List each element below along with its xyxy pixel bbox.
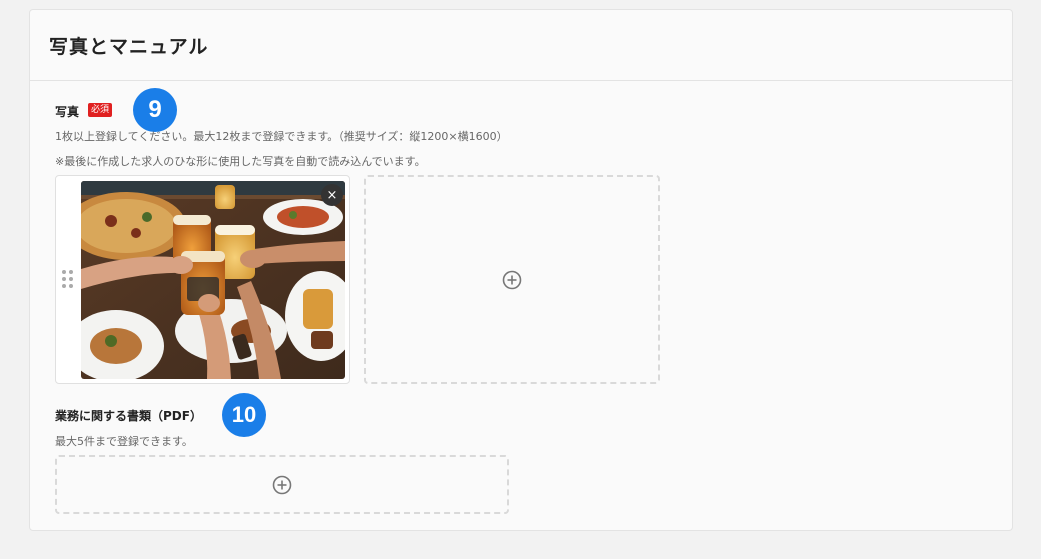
card-header: 写真とマニュアル — [30, 10, 1012, 81]
restaurant-toast-photo — [81, 181, 345, 379]
uploaded-photo — [81, 181, 345, 379]
step-badge-10: 10 — [222, 393, 266, 437]
remove-label: × — [326, 187, 338, 203]
add-photo-dropzone[interactable] — [364, 175, 660, 384]
documents-label: 業務に関する書類（PDF） — [55, 409, 202, 423]
close-icon[interactable]: × — [321, 184, 343, 206]
add-document-dropzone[interactable] — [55, 455, 509, 514]
step-number: 10 — [231, 402, 257, 427]
photos-count-note: 1枚以上登録してください。最大12枚まで登録できます。（推奨サイズ：縦1200×… — [55, 130, 508, 143]
drag-handle-icon[interactable] — [62, 270, 73, 288]
plus-circle-icon — [502, 270, 522, 289]
photos-label: 写真 — [55, 105, 80, 119]
required-badge: 必須 — [88, 103, 113, 117]
step-badge-9: 9 — [133, 88, 177, 132]
photos-auto-note: ※最後に作成した求人のひな形に使用した写真を自動で読み込んでいます。 — [55, 155, 426, 168]
step-number: 9 — [148, 96, 162, 123]
section-title: 写真とマニュアル — [49, 35, 209, 58]
uploaded-photo-card[interactable]: × — [55, 175, 350, 384]
documents-note: 最大5件まで登録できます。 — [55, 435, 193, 448]
plus-circle-icon — [272, 475, 292, 494]
